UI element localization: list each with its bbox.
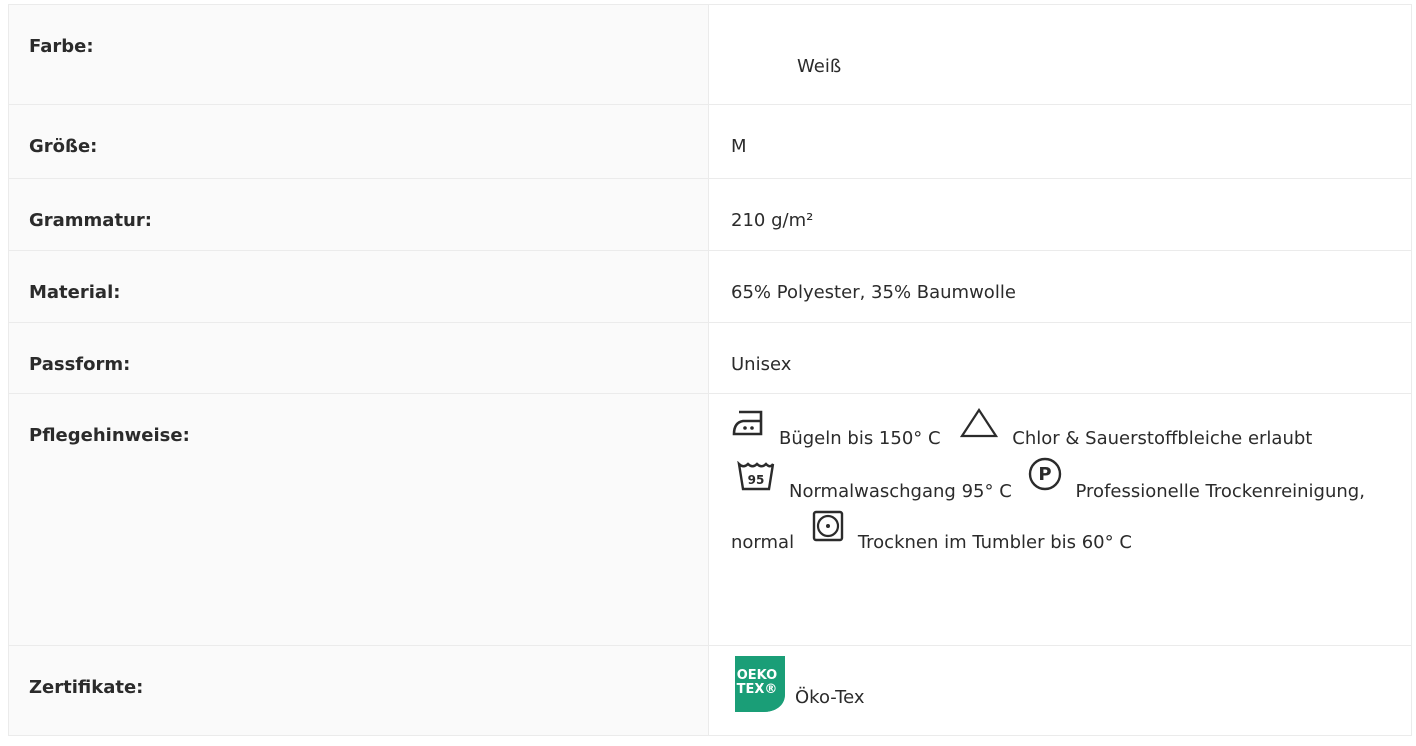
spec-value-certificates: OEKO TEX® Öko-Tex [708, 645, 1412, 736]
spec-row-care: Pflegehinweise: Bügeln bis 150° C Chlor … [8, 393, 1412, 646]
spec-value-care: Bügeln bis 150° C Chlor & Sauerstoffblei… [708, 393, 1412, 646]
spec-value-material: 65% Polyester, 35% Baumwolle [708, 250, 1412, 323]
spec-row-fit: Passform: Unisex [8, 322, 1412, 394]
spec-value-color: Weiß [708, 4, 1412, 105]
spec-row-size: Größe: M [8, 104, 1412, 179]
professional-clean-p-icon: P [1028, 457, 1062, 491]
product-spec-table: Farbe: Weiß Größe: M Grammatur: 210 g/m²… [8, 4, 1412, 736]
care-item-tumble: Trocknen im Tumbler bis 60° C [857, 532, 1132, 553]
spec-label-care: Pflegehinweise: [8, 393, 709, 646]
care-item-iron: Bügeln bis 150° C [779, 428, 941, 449]
iron-icon [731, 408, 765, 438]
spec-label-grammage: Grammatur: [8, 178, 709, 251]
spec-row-color: Farbe: Weiß [8, 4, 1412, 105]
spec-label-certificates: Zertifikate: [8, 645, 709, 736]
oeko-tex-logo-line2: TEX® [737, 682, 778, 697]
spec-label-material: Material: [8, 250, 709, 323]
spec-label-color: Farbe: [8, 4, 709, 105]
care-instructions: Bügeln bis 150° C Chlor & Sauerstoffblei… [731, 408, 1371, 561]
spec-value-size: M [708, 104, 1412, 179]
spec-value-fit: Unisex [708, 322, 1412, 394]
oeko-tex-logo-icon: OEKO TEX® [729, 654, 791, 712]
spec-row-grammage: Grammatur: 210 g/m² [8, 178, 1412, 251]
spec-row-material: Material: 65% Polyester, 35% Baumwolle [8, 250, 1412, 323]
spec-value-grammage: 210 g/m² [708, 178, 1412, 251]
bleach-triangle-icon [960, 408, 999, 438]
spec-label-size: Größe: [8, 104, 709, 179]
spec-row-certificates: Zertifikate: OEKO TEX® Öko-Tex [8, 645, 1412, 736]
tumble-dry-icon [812, 510, 844, 542]
spec-label-fit: Passform: [8, 322, 709, 394]
care-item-wash: Normalwaschgang 95° C [789, 481, 1012, 502]
care-item-bleach: Chlor & Sauerstoffbleiche erlaubt [1012, 428, 1313, 449]
oeko-tex-logo-line1: OEKO [737, 668, 777, 683]
certificate-name: Öko-Tex [795, 687, 865, 708]
professional-clean-letter: P [1038, 464, 1051, 485]
wash-95-icon: 95 [737, 461, 775, 491]
wash-temperature: 95 [748, 473, 765, 487]
